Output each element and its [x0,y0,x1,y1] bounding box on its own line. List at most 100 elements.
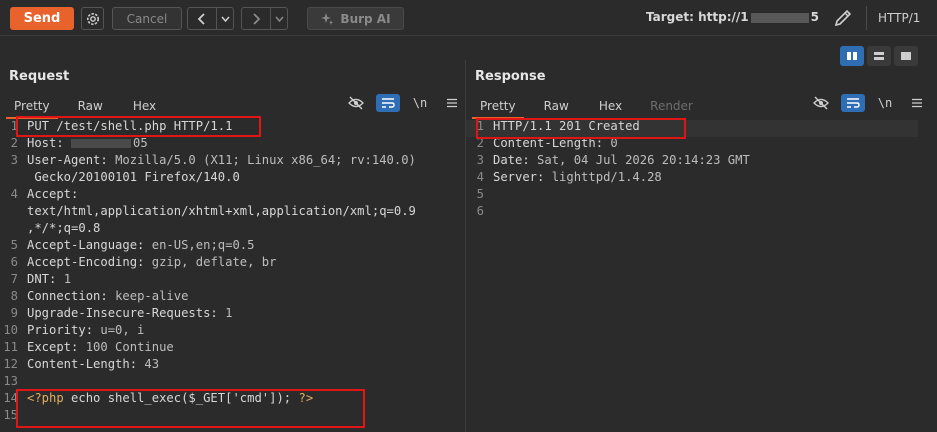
burp-ai-label: Burp AI [340,11,391,26]
header-name: Host: [27,136,72,150]
edit-target-button[interactable] [832,7,854,29]
request-line: 4 Accept: [0,186,465,203]
gear-icon [86,12,99,25]
request-line: 12 Content-Length: 43 [0,356,465,373]
eye-slash-icon [813,96,829,110]
line-content: Gecko/20100101 Firefox/140.0 [27,170,240,184]
back-nav-group [187,7,234,30]
back-button[interactable] [188,8,216,29]
header-value: lighttpd/1.4.28 [551,170,662,184]
line-content: Server: lighttpd/1.4.28 [484,169,662,186]
request-hide-nonprintable-button[interactable] [344,94,368,112]
response-panel-tools: \n [801,94,929,112]
line-content: ,*/*;q=0.8 [27,221,101,235]
target-prefix: Target: http://1 [646,10,749,24]
request-line: ,*/*;q=0.8 [0,220,465,237]
line-content: Priority: u=0, i [18,322,144,339]
request-line: 8 Connection: keep-alive [0,288,465,305]
menu-icon [447,98,457,108]
header-name: DNT: [27,272,64,286]
target-suffix: 5 [810,10,819,24]
request-editor[interactable]: 1 PUT /test/shell.php HTTP/1.1 2 Host: 05 3 U… [0,118,465,424]
line-number: 9 [10,306,18,320]
request-newline-button[interactable]: \n [408,94,432,112]
response-tab-raw[interactable]: Raw [544,96,569,118]
response-newline-button[interactable]: \n [873,94,897,112]
request-wrap-button[interactable] [376,94,400,112]
request-line: 9 Upgrade-Insecure-Requests: 1 [0,305,465,322]
response-wrap-button[interactable] [841,94,865,112]
response-hide-nonprintable-button[interactable] [809,94,833,112]
chevron-down-icon [274,16,284,22]
line-number: 2 [10,136,18,150]
settings-button[interactable] [81,7,104,30]
payload-highlight [16,389,365,428]
header-name: Content-Length: [27,357,145,371]
line-number: 3 [476,153,484,167]
cancel-button[interactable]: Cancel [112,7,182,30]
line-number [0,220,18,237]
request-line: 6 Accept-Encoding: gzip, deflate, br [0,254,465,271]
response-tab-hex[interactable]: Hex [599,96,622,118]
panel-divider[interactable] [465,60,466,432]
response-tab-render[interactable]: Render [650,96,693,118]
line-number: 13 [3,374,18,388]
request-line: 3 User-Agent: Mozilla/5.0 (X11; Linux x86… [0,152,465,169]
forward-button[interactable] [242,8,270,29]
request-tab-pretty[interactable]: Pretty [6,96,58,119]
pencil-icon [834,9,852,27]
split-horizontal-button[interactable] [867,46,891,66]
line-number: 7 [10,272,18,286]
http-version-selector[interactable]: HTTP/1 [878,11,920,25]
response-line: 5 [466,186,926,203]
request-tab-raw[interactable]: Raw [78,96,103,118]
response-tab-pretty[interactable]: Pretty [472,96,524,119]
redacted-value [71,139,132,148]
line-content: Accept: [18,186,78,203]
line-number: 4 [476,170,484,184]
request-line-highlight [16,116,261,137]
line-number: 5 [10,238,18,252]
response-line: 4 Server: lighttpd/1.4.28 [466,169,926,186]
send-button[interactable]: Send [10,7,74,30]
header-name: Priority: [27,323,101,337]
header-name: Upgrade-Insecure-Requests: [27,306,226,320]
line-content [18,373,27,390]
forward-history-dropdown[interactable] [270,8,287,29]
header-value: 1 [225,306,233,320]
line-number: 4 [10,187,18,201]
response-menu-button[interactable] [905,94,929,112]
request-tab-hex[interactable]: Hex [133,96,156,118]
line-number: 3 [10,153,18,167]
response-line: 6 [466,203,926,220]
line-number: 5 [476,187,484,201]
split-vertical-icon [847,52,857,60]
header-name: Except: [27,340,86,354]
request-menu-button[interactable] [440,94,464,112]
request-line: 10 Priority: u=0, i [0,322,465,339]
response-tabs: Pretty Raw Hex Render [472,96,693,119]
header-name: Connection: [27,289,116,303]
response-line: 3 Date: Sat, 04 Jul 2026 20:14:23 GMT [466,152,926,169]
eye-slash-icon [348,96,364,110]
back-history-dropdown[interactable] [216,8,233,29]
line-number: 10 [3,323,18,337]
request-line: 5 Accept-Language: en-US,en;q=0.5 [0,237,465,254]
request-line: 13 [0,373,465,390]
split-horizontal-icon [874,52,884,60]
target-url: Target: http://1 5 [646,10,819,24]
single-pane-button[interactable] [894,46,918,66]
header-value: 43 [144,357,160,371]
layout-toggle-group [840,46,918,66]
wrap-icon [847,98,860,108]
request-line: Gecko/20100101 Firefox/140.0 [0,169,465,186]
line-number: 12 [3,357,18,371]
toolbar-separator [866,6,867,30]
burp-ai-button[interactable]: Burp AI [307,7,404,30]
line-number: 11 [3,340,18,354]
chevron-right-icon [253,12,261,25]
split-vertical-button[interactable] [840,46,864,66]
header-name: Accept: [27,187,79,201]
chevron-left-icon [197,12,205,25]
request-line: 7 DNT: 1 [0,271,465,288]
